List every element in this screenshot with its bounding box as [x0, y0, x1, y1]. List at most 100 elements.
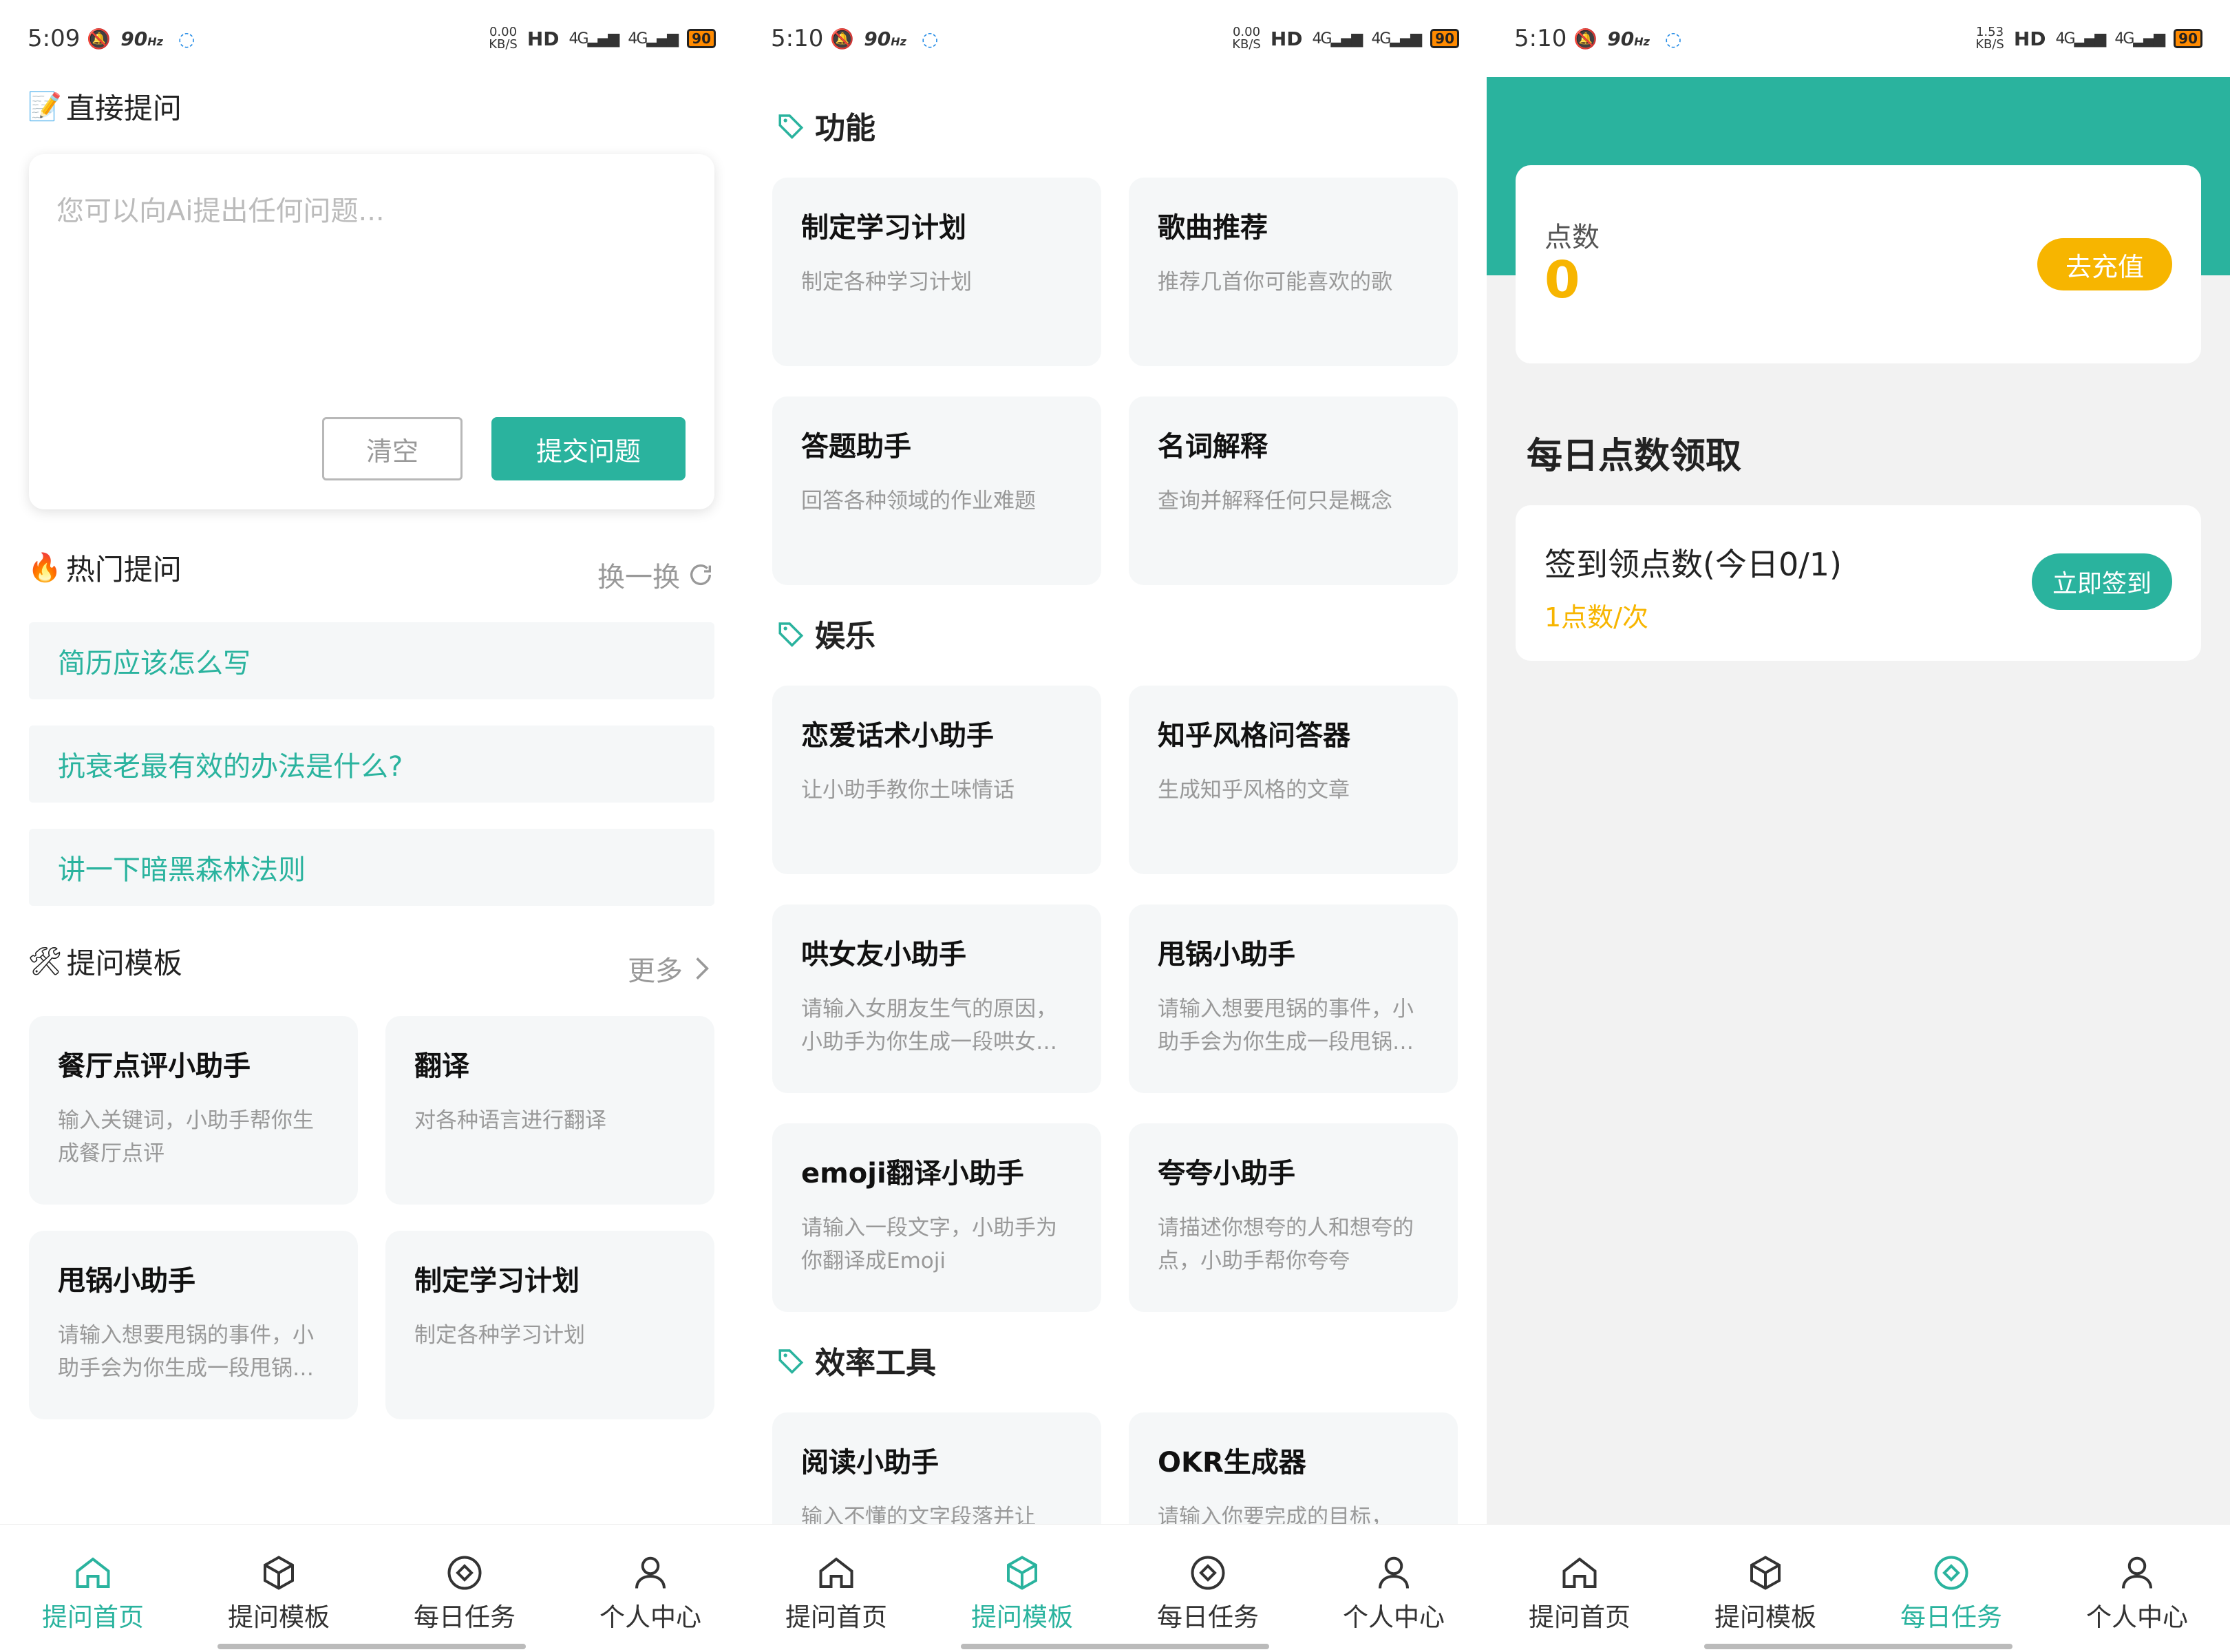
- home-indicator[interactable]: [1704, 1644, 2013, 1649]
- category-heading: 娱乐: [776, 611, 875, 655]
- signin-task-reward: 1点数/次: [1544, 602, 1648, 633]
- template-card[interactable]: emoji翻译小助手 请输入一段文字，小助手为你翻译成Emoji: [772, 1123, 1101, 1312]
- bottom-tab-bar: 提问首页 提问模板 每日任务 个人中心: [1487, 1524, 2230, 1652]
- status-time: 5:10: [1514, 25, 1567, 52]
- template-card[interactable]: 翻译 对各种语言进行翻译: [385, 1016, 714, 1205]
- status-bar: 5:10 🔕 90Hz ◌ 1.53 KB/S HD 4G▂▄▆ 4G▂▄▆ 90: [1487, 0, 2230, 77]
- user-icon: [635, 1556, 666, 1589]
- clear-button[interactable]: 清空: [322, 417, 463, 480]
- tab-home[interactable]: 提问首页: [1487, 1525, 1672, 1652]
- signal-icon-2: 4G▂▄▆: [2114, 30, 2165, 47]
- target-icon: [1934, 1556, 1968, 1590]
- template-card[interactable]: 制定学习计划 制定各种学习计划: [772, 178, 1101, 366]
- template-card[interactable]: 餐厅点评小助手 输入关键词，小助手帮你生成餐厅点评: [29, 1016, 358, 1205]
- mute-icon: 🔕: [1573, 27, 1598, 50]
- refresh-rate: 90Hz: [1607, 27, 1650, 50]
- tab-daily-tasks[interactable]: 每日任务: [372, 1525, 558, 1652]
- template-card[interactable]: 歌曲推荐 推荐几首你可能喜欢的歌: [1129, 178, 1458, 366]
- hd-badge: HD: [527, 27, 560, 50]
- tab-home[interactable]: 提问首页: [743, 1525, 929, 1652]
- hot-questions-heading: 🔥 热门提问: [28, 552, 182, 586]
- status-bar: 5:10 🔕 90Hz ◌ 0.00 KB/S HD 4G▂▄▆ 4G▂▄▆ 90: [743, 0, 1487, 77]
- template-desc: 生成知乎风格的文章: [1158, 778, 1350, 803]
- template-card[interactable]: 恋爱话术小助手 让小助手教你土味情话: [772, 686, 1101, 874]
- more-templates-link[interactable]: 更多: [628, 949, 714, 988]
- template-card[interactable]: 甩锅小助手 请输入想要甩锅的事件，小助手会为你生成一段甩锅的话: [1129, 904, 1458, 1093]
- memo-icon: 📝: [28, 91, 62, 123]
- cube-icon: [1007, 1556, 1037, 1590]
- template-desc: 请输入想要甩锅的事件，小助手会为你生成一段甩锅的话: [58, 1323, 314, 1381]
- hot-question-item[interactable]: 简历应该怎么写: [29, 622, 714, 699]
- hd-badge: HD: [1270, 27, 1303, 50]
- tab-daily-tasks[interactable]: 每日任务: [1115, 1525, 1301, 1652]
- screen-daily-tasks: 5:10 🔕 90Hz ◌ 1.53 KB/S HD 4G▂▄▆ 4G▂▄▆ 90…: [1487, 0, 2230, 1652]
- template-title: 甩锅小助手: [1158, 939, 1295, 971]
- template-title: 答题助手: [801, 431, 911, 463]
- tab-profile[interactable]: 个人中心: [1301, 1525, 1487, 1652]
- template-desc: 输入关键词，小助手帮你生成餐厅点评: [58, 1108, 314, 1166]
- home-indicator[interactable]: [961, 1644, 1269, 1649]
- chat-notify-icon: ◌: [921, 27, 939, 50]
- tab-templates[interactable]: 提问模板: [929, 1525, 1115, 1652]
- question-input[interactable]: [56, 189, 676, 395]
- template-desc: 回答各种领域的作业难题: [801, 489, 1036, 513]
- template-title: 歌曲推荐: [1158, 212, 1268, 244]
- template-title: 甩锅小助手: [58, 1265, 195, 1297]
- template-card[interactable]: 制定学习计划 制定各种学习计划: [385, 1231, 714, 1419]
- signal-icon-2: 4G▂▄▆: [628, 30, 679, 47]
- chevron-right-icon: [696, 957, 709, 979]
- screen-templates: 5:10 🔕 90Hz ◌ 0.00 KB/S HD 4G▂▄▆ 4G▂▄▆ 90…: [743, 0, 1487, 1652]
- template-title: 名词解释: [1158, 431, 1268, 463]
- submit-question-button[interactable]: 提交问题: [491, 417, 686, 480]
- recharge-button[interactable]: 去充值: [2037, 238, 2172, 290]
- template-desc: 请输入女朋友生气的原因，小助手为你生成一段哄女友的话: [801, 997, 1057, 1055]
- template-desc: 对各种语言进行翻译: [414, 1108, 606, 1133]
- template-title: 哄女友小助手: [801, 939, 966, 971]
- template-card[interactable]: 甩锅小助手 请输入想要甩锅的事件，小助手会为你生成一段甩锅的话: [29, 1231, 358, 1419]
- points-value: 0: [1544, 251, 1580, 310]
- signal-icon: 4G▂▄▆: [1312, 30, 1363, 47]
- refresh-rate: 90Hz: [120, 27, 163, 50]
- signin-task-title: 签到领点数(今日0/1): [1544, 546, 1842, 583]
- status-bar: 5:09 🔕 90Hz ◌ 0.00 KB/S HD 4G▂▄▆ 4G▂▄▆ 90: [0, 0, 743, 77]
- screen-home: 5:09 🔕 90Hz ◌ 0.00 KB/S HD 4G▂▄▆ 4G▂▄▆ 90…: [0, 0, 743, 1652]
- refresh-rate: 90Hz: [864, 27, 906, 50]
- home-icon: [76, 1557, 110, 1588]
- hd-badge: HD: [2013, 27, 2046, 50]
- hot-question-item[interactable]: 讲一下暗黑森林法则: [29, 829, 714, 906]
- refresh-hot-button[interactable]: 换一换: [597, 555, 714, 595]
- net-speed: 0.00 KB/S: [489, 25, 518, 52]
- status-time: 5:10: [771, 25, 824, 52]
- fire-icon: 🔥: [28, 552, 62, 584]
- tab-daily-tasks[interactable]: 每日任务: [1858, 1525, 2044, 1652]
- template-card[interactable]: 知乎风格问答器 生成知乎风格的文章: [1129, 686, 1458, 874]
- cube-icon: [264, 1556, 294, 1590]
- template-card[interactable]: 哄女友小助手 请输入女朋友生气的原因，小助手为你生成一段哄女友的话: [772, 904, 1101, 1093]
- tab-profile[interactable]: 个人中心: [558, 1525, 743, 1652]
- category-heading: 效率工具: [776, 1338, 936, 1382]
- home-indicator[interactable]: [217, 1644, 526, 1649]
- net-speed: 1.53 KB/S: [1975, 25, 2004, 52]
- template-card[interactable]: 答题助手 回答各种领域的作业难题: [772, 396, 1101, 585]
- tab-profile[interactable]: 个人中心: [2044, 1525, 2230, 1652]
- template-desc: 请描述你想夸的人和想夸的点，小助手帮你夸夸: [1158, 1216, 1414, 1273]
- tag-icon: [778, 1349, 804, 1374]
- battery-icon: 90: [2174, 29, 2202, 48]
- template-card[interactable]: 名词解释 查询并解释任何只是概念: [1129, 396, 1458, 585]
- template-title: 餐厅点评小助手: [58, 1050, 251, 1082]
- signal-icon: 4G▂▄▆: [2055, 30, 2107, 47]
- template-title: 恋爱话术小助手: [801, 720, 994, 752]
- bottom-tab-bar: 提问首页 提问模板 每日任务 个人中心: [743, 1524, 1487, 1652]
- tag-icon: [778, 622, 804, 647]
- template-card[interactable]: 夸夸小助手 请描述你想夸的人和想夸的点，小助手帮你夸夸: [1129, 1123, 1458, 1312]
- tab-home[interactable]: 提问首页: [0, 1525, 186, 1652]
- chat-notify-icon: ◌: [1664, 27, 1682, 50]
- template-title: 知乎风格问答器: [1158, 720, 1350, 752]
- cube-icon: [1750, 1556, 1781, 1590]
- sign-in-button[interactable]: 立即签到: [2032, 553, 2172, 610]
- tab-templates[interactable]: 提问模板: [186, 1525, 372, 1652]
- tab-templates[interactable]: 提问模板: [1672, 1525, 1858, 1652]
- category-heading: 功能: [776, 103, 875, 147]
- template-title: emoji翻译小助手: [801, 1158, 1024, 1189]
- hot-question-item[interactable]: 抗衰老最有效的办法是什么?: [29, 726, 714, 803]
